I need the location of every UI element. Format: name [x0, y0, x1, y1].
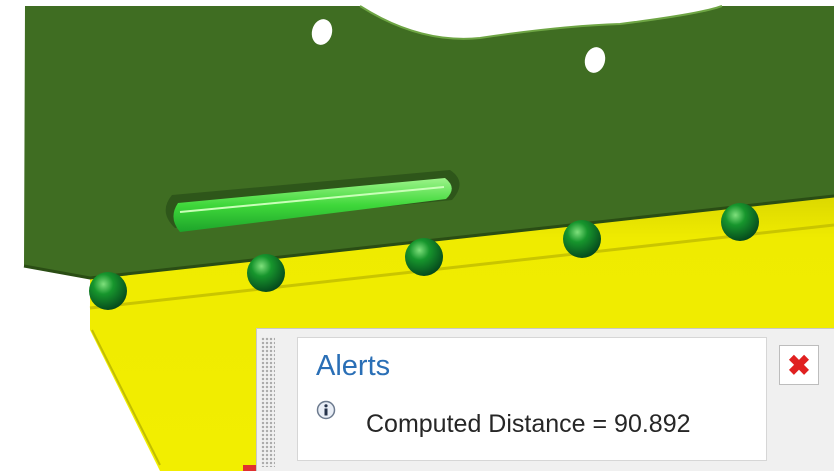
viewport-indicator	[243, 465, 257, 471]
marker-point[interactable]	[405, 238, 443, 276]
close-icon: ✖	[787, 349, 811, 381]
alert-title: Alerts	[316, 350, 391, 382]
marker-point[interactable]	[563, 220, 601, 258]
panel-grip-handle[interactable]	[261, 337, 275, 467]
marker-point[interactable]	[89, 272, 127, 310]
alerts-panel: Alerts Computed Distance = 90.892 ✖	[256, 328, 834, 471]
marker-point[interactable]	[721, 203, 759, 241]
alert-box: Alerts Computed Distance = 90.892	[297, 337, 767, 461]
alert-message: Computed Distance = 90.892	[366, 410, 691, 438]
close-button[interactable]: ✖	[779, 345, 819, 385]
info-icon	[316, 400, 336, 420]
marker-point[interactable]	[247, 254, 285, 292]
